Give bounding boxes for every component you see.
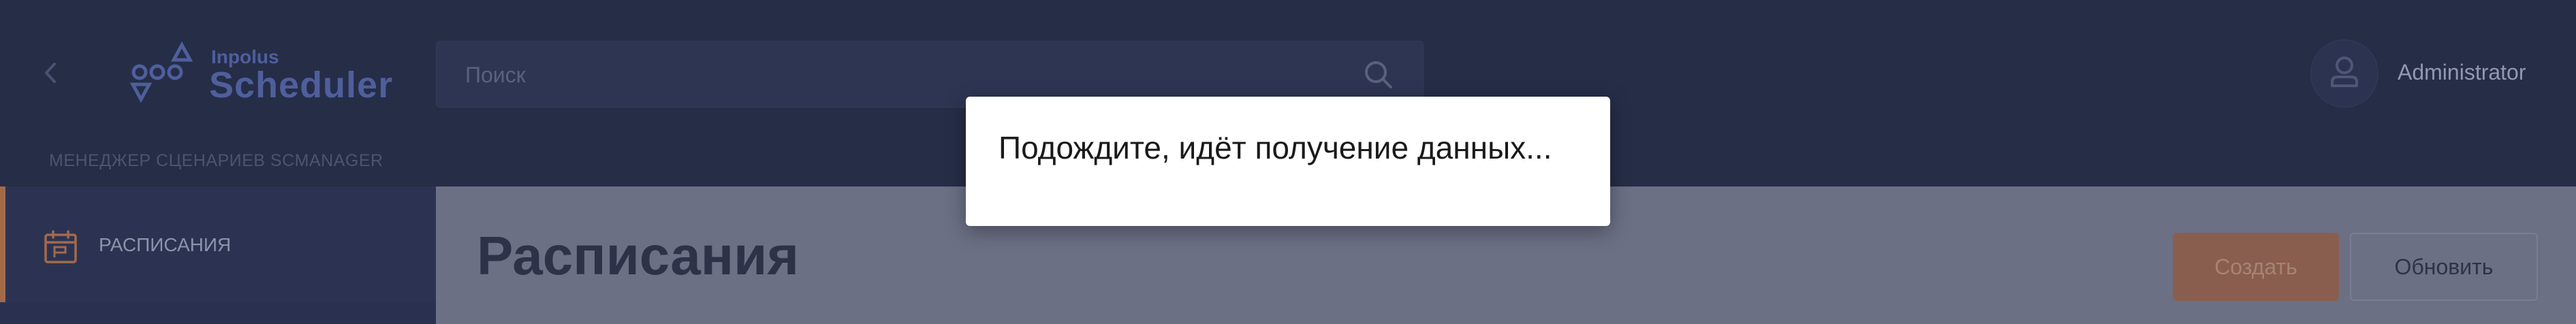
sidebar-item-label: РАСПИСАНИЯ <box>99 234 232 255</box>
active-indicator <box>0 187 5 302</box>
back-button[interactable] <box>34 56 68 90</box>
loading-dialog: Подождите, идёт получение данных... <box>966 97 1610 226</box>
refresh-button[interactable]: Обновить <box>2350 233 2538 301</box>
user-name[interactable]: Administrator <box>2398 60 2526 85</box>
page-title: Расписания <box>477 225 799 286</box>
logo-mark-icon <box>129 41 193 103</box>
sidebar-item-schedules[interactable]: РАСПИСАНИЯ <box>0 187 436 302</box>
search-icon[interactable] <box>1362 58 1396 92</box>
logo-product: Scheduler <box>209 65 394 106</box>
avatar[interactable] <box>2310 39 2378 108</box>
app-logo: Inpolus Scheduler <box>126 41 398 109</box>
chevron-left-icon <box>45 63 56 83</box>
calendar-icon <box>44 230 77 263</box>
create-button[interactable]: Создать <box>2173 233 2339 301</box>
user-icon <box>2331 56 2358 87</box>
section-title: МЕНЕДЖЕР СЦЕНАРИЕВ SCMANAGER <box>49 151 383 170</box>
loading-message: Подождите, идёт получение данных... <box>999 130 1552 165</box>
